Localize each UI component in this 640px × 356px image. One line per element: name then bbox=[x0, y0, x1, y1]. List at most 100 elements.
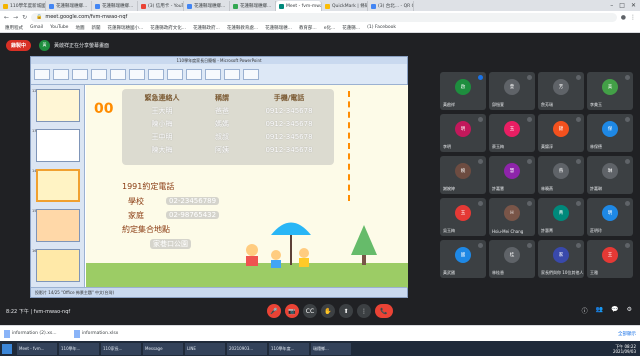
browser-tab[interactable]: QuickMark | 條碼... bbox=[322, 1, 368, 11]
bookmark-item[interactable]: 教育部... bbox=[299, 25, 317, 31]
ribbon-button[interactable] bbox=[129, 68, 145, 80]
participant-tile[interactable]: 王王雅 bbox=[587, 240, 633, 278]
minimize-icon[interactable]: – bbox=[610, 2, 613, 9]
menu-icon[interactable]: ⋮ bbox=[630, 14, 636, 21]
taskbar-item[interactable]: 110學年度... bbox=[269, 342, 309, 355]
end-call-icon[interactable]: 📞 bbox=[375, 304, 393, 318]
download-item[interactable]: information.xlsx bbox=[74, 328, 138, 339]
ribbon-button[interactable] bbox=[110, 68, 126, 80]
ribbon-button[interactable] bbox=[53, 68, 69, 80]
camera-toggle-icon[interactable]: 📷 bbox=[285, 304, 299, 318]
shared-screen-powerpoint: 110學年度家長日簡報 - Microsoft PowerPoint 12 13 1… bbox=[30, 56, 408, 298]
participant-tile[interactable]: 菁許惠菁 bbox=[538, 198, 584, 236]
start-icon[interactable] bbox=[2, 343, 12, 354]
bookmark-item[interactable]: Gmail bbox=[30, 25, 43, 30]
more-options-icon[interactable]: ⋮ bbox=[357, 304, 371, 318]
bookmark-item[interactable]: 花蓮縣瑞穗... bbox=[265, 25, 292, 31]
ribbon-button[interactable] bbox=[148, 68, 164, 80]
bookmark-item[interactable]: 花蓮縣政府文化... bbox=[150, 25, 186, 31]
bookmark-item[interactable]: 應用程式 bbox=[5, 25, 23, 31]
participant-tile[interactable]: 婉謝婉婷 bbox=[440, 156, 486, 194]
participant-avatar: 玉 bbox=[504, 121, 520, 137]
participant-tile[interactable]: 美李美玉 bbox=[587, 72, 633, 110]
people-icon[interactable]: 👥 bbox=[596, 306, 603, 315]
presenter-avatar: 黃 bbox=[39, 39, 51, 51]
info-icon[interactable]: ⓘ bbox=[582, 306, 588, 315]
participant-tile[interactable]: H Hsiu-Mei Chang bbox=[489, 198, 535, 236]
ribbon-button[interactable] bbox=[186, 68, 202, 80]
bookmark-item[interactable]: (1) Facebook bbox=[367, 25, 396, 30]
maximize-icon[interactable]: □ bbox=[619, 2, 625, 9]
forward-icon[interactable]: → bbox=[13, 14, 18, 21]
taskbar-clock[interactable]: 下午 08:22 2021/09/03 bbox=[613, 344, 638, 354]
taskbar-item[interactable]: Meet - fvm... bbox=[17, 342, 57, 355]
participant-tile[interactable]: 桂林桂香 bbox=[489, 240, 535, 278]
bookmark-item[interactable]: e化... bbox=[324, 25, 336, 31]
close-icon[interactable]: ✕ bbox=[631, 2, 636, 9]
activities-icon[interactable]: ⚙ bbox=[627, 306, 632, 315]
chat-icon[interactable]: 💬 bbox=[611, 306, 618, 315]
participant-tile[interactable]: 玉吳玉梅 bbox=[440, 198, 486, 236]
participant-tile[interactable]: 芳詹芳瑞 bbox=[538, 72, 584, 110]
taskbar-item[interactable]: 110學年... bbox=[59, 342, 99, 355]
taskbar-item[interactable]: 110家長... bbox=[101, 342, 141, 355]
participant-tile[interactable]: 琳許嘉琳 bbox=[587, 156, 633, 194]
participant-tile[interactable]: 錦黃錦淳 bbox=[538, 114, 584, 152]
mic-toggle-icon[interactable]: 🎤 bbox=[267, 304, 281, 318]
browser-tab[interactable]: 花蓮縣瑞穗鄉... bbox=[230, 1, 276, 11]
participant-tile[interactable]: 明莊明玲 bbox=[587, 198, 633, 236]
captions-icon[interactable]: CC bbox=[303, 304, 317, 318]
taskbar-item[interactable]: 瑞穗鄉... bbox=[311, 342, 351, 355]
bookmark-item[interactable]: YouTube bbox=[50, 25, 68, 30]
back-icon[interactable]: ← bbox=[4, 14, 9, 21]
ribbon-button[interactable] bbox=[72, 68, 88, 80]
participant-tile[interactable]: 萱邱愷萱 bbox=[489, 72, 535, 110]
slide-thumbnail[interactable] bbox=[36, 249, 80, 282]
slide-thumbnail[interactable] bbox=[36, 89, 80, 122]
taskbar-item[interactable]: 20210903... bbox=[227, 342, 267, 355]
browser-tab[interactable]: 花蓮縣瑞穗鄉... bbox=[92, 1, 138, 11]
participant-tile[interactable]: 家家長們與你 10位其他人 bbox=[538, 240, 584, 278]
bookmark-item[interactable]: 花蓮縣政府... bbox=[193, 25, 220, 31]
bookmark-item[interactable]: 地圖 bbox=[75, 25, 84, 31]
url-field[interactable]: 🔒 meet.google.com/fvm-mwao-nqf bbox=[31, 12, 617, 22]
slide-thumbnail[interactable] bbox=[36, 209, 80, 242]
ribbon-button[interactable] bbox=[34, 68, 50, 80]
bookmark-item[interactable]: 花蓮縣教育處... bbox=[227, 25, 258, 31]
taskbar-item[interactable]: Message bbox=[143, 342, 183, 355]
bookmark-item[interactable]: 新聞 bbox=[91, 25, 100, 31]
participant-tile[interactable]: 慧許嘉慧 bbox=[489, 156, 535, 194]
download-item[interactable]: information (2).xs... bbox=[4, 328, 68, 339]
browser-tab[interactable]: 110學年度新城國民... bbox=[0, 1, 46, 11]
browser-tab[interactable]: 花蓮縣瑞穗鄉... bbox=[46, 1, 92, 11]
browser-tab[interactable]: (3) 信用卡 - YouTube bbox=[138, 1, 184, 11]
bookmark-item[interactable]: 花蓮縣瑞穗國小... bbox=[107, 25, 143, 31]
participant-tile[interactable]: 保林保德 bbox=[587, 114, 633, 152]
ribbon-button[interactable] bbox=[205, 68, 221, 80]
bookmark-item[interactable]: 花蓮縣... bbox=[342, 25, 360, 31]
present-icon[interactable]: ⬆ bbox=[339, 304, 353, 318]
participant-name: 吳玉梅 bbox=[443, 228, 455, 233]
ribbon-button[interactable] bbox=[224, 68, 240, 80]
raise-hand-icon[interactable]: ✋ bbox=[321, 304, 335, 318]
ribbon-button[interactable] bbox=[167, 68, 183, 80]
participant-tile[interactable]: 啟黃啟祥 bbox=[440, 72, 486, 110]
participant-tile[interactable]: 玉蔡玉梅 bbox=[489, 114, 535, 152]
participant-tile[interactable]: 國黃武國 bbox=[440, 240, 486, 278]
browser-tab[interactable]: (3) 台北... - QR Co... bbox=[368, 1, 414, 11]
show-all-downloads-link[interactable]: 全部顯示 bbox=[618, 331, 636, 337]
profile-icon[interactable]: ● bbox=[621, 14, 626, 21]
slide-canvas: 00 緊急連絡人 稱謂 手機/電話 王大明 爸爸 0912-345678 陳小梅… bbox=[86, 85, 408, 288]
muted-icon bbox=[625, 159, 630, 164]
browser-tab[interactable]: 花蓮縣瑞穗鄉... bbox=[184, 1, 230, 11]
participant-tile[interactable]: 明李明 bbox=[440, 114, 486, 152]
slide-thumbnail[interactable] bbox=[36, 129, 80, 162]
reload-icon[interactable]: ↻ bbox=[22, 14, 27, 21]
slide-thumbnail[interactable] bbox=[36, 169, 80, 202]
browser-tab[interactable]: Meet - fvm-mwao-nqf bbox=[276, 1, 322, 11]
ribbon-button[interactable] bbox=[91, 68, 107, 80]
participant-tile[interactable]: 燕林曉燕 bbox=[538, 156, 584, 194]
taskbar-item[interactable]: LINE bbox=[185, 342, 225, 355]
thumb-number: 14 bbox=[32, 169, 37, 173]
ribbon-button[interactable] bbox=[243, 68, 259, 80]
